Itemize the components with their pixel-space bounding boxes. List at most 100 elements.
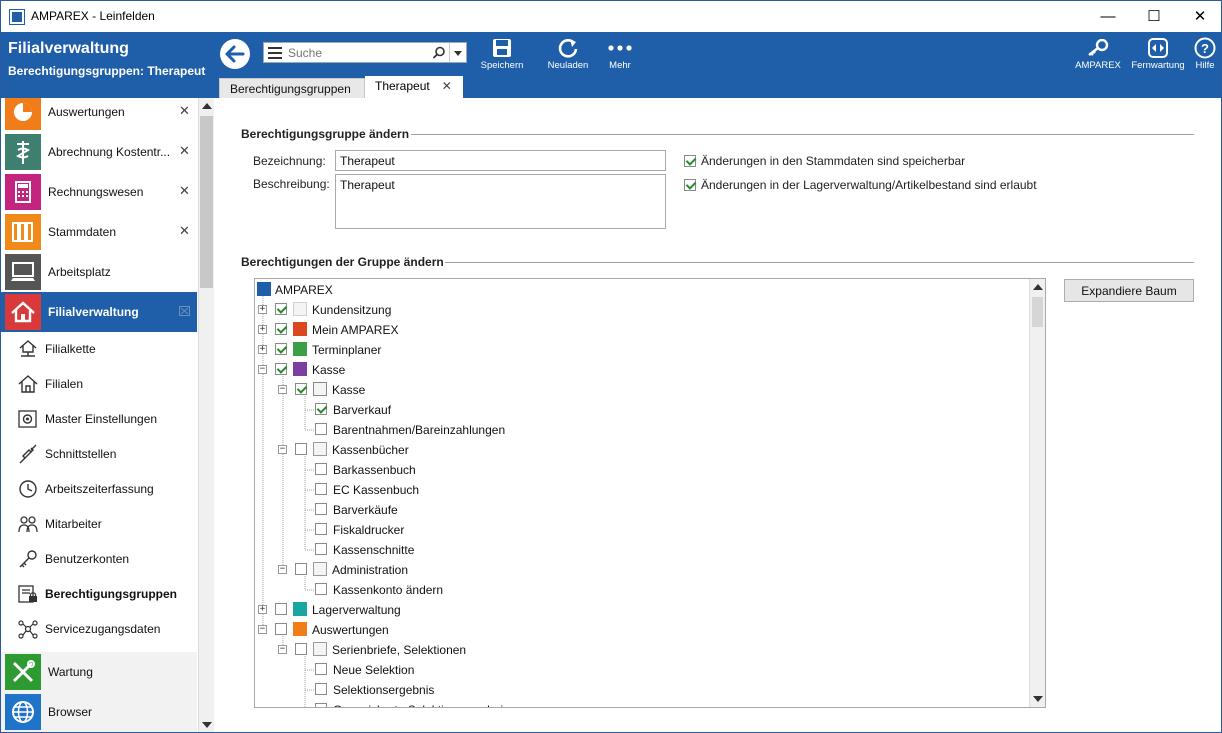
tree-node-checkbox[interactable] [315, 403, 327, 415]
sidebar-item-filialkette[interactable]: Filialkette [1, 331, 197, 366]
tree-node[interactable]: + Lagerverwaltung [255, 600, 1025, 620]
tree-node[interactable]: Kassenschnitte [255, 540, 1025, 560]
tree-node-checkbox[interactable] [315, 543, 327, 555]
module-arbeitsplatz[interactable]: Arbeitsplatz [1, 252, 197, 292]
tree-node[interactable]: Kassenkonto ändern [255, 580, 1025, 600]
expand-icon[interactable]: + [258, 345, 267, 354]
tree-node-checkbox[interactable] [315, 463, 327, 475]
tree-node-checkbox[interactable] [275, 343, 287, 355]
tree-node[interactable]: + Terminplaner [255, 340, 1025, 360]
tree-node[interactable]: AMPAREX [255, 280, 1025, 300]
permission-tree[interactable]: AMPAREX + Kundensitzung + Mein AMPAREX + Termi… [254, 278, 1046, 708]
tree-node[interactable]: + Mein AMPAREX [255, 320, 1025, 340]
module-abrechnung[interactable]: Abrechnung Kostentr... ✕ [1, 132, 197, 172]
stammdaten-checkbox[interactable] [684, 155, 696, 167]
tree-node-checkbox[interactable] [295, 383, 307, 395]
tree-node[interactable]: + Kundensitzung [255, 300, 1025, 320]
expand-tree-button[interactable]: Expandiere Baum [1064, 279, 1194, 302]
tree-node[interactable]: − Kasse [255, 380, 1025, 400]
search-icon[interactable] [432, 46, 446, 60]
amparex-login-button[interactable]: AMPAREX [1073, 36, 1123, 71]
tab-close-icon[interactable]: ✕ [442, 79, 452, 93]
back-button[interactable] [220, 39, 250, 69]
beschreibung-field[interactable]: Therapeut [335, 174, 666, 229]
scroll-down-icon[interactable] [1033, 696, 1043, 702]
tree-node-checkbox[interactable] [315, 503, 327, 515]
menu-icon[interactable] [268, 47, 282, 59]
tree-node-checkbox[interactable] [315, 523, 327, 535]
more-button[interactable]: Mehr [604, 36, 636, 71]
tree-node[interactable]: Barverkäufe [255, 500, 1025, 520]
lager-checkbox[interactable] [684, 179, 696, 191]
reload-button[interactable]: Neuladen [544, 36, 592, 71]
bezeichnung-field[interactable]: Therapeut [335, 150, 666, 171]
help-button[interactable]: ? Hilfe [1191, 36, 1219, 71]
tree-node-checkbox[interactable] [275, 603, 287, 615]
tree-node[interactable]: − Auswertungen [255, 620, 1025, 640]
collapse-icon[interactable]: − [278, 645, 287, 654]
scroll-down-icon[interactable] [202, 722, 212, 728]
tree-node-checkbox[interactable] [275, 303, 287, 315]
module-wartung[interactable]: Wartung [1, 652, 197, 692]
tree-node-checkbox[interactable] [315, 703, 327, 707]
scroll-thumb[interactable] [1032, 297, 1043, 327]
tree-scrollbar[interactable] [1029, 279, 1045, 707]
sidebar-scrollbar[interactable] [198, 98, 214, 732]
tab-berechtigungsgruppen[interactable]: Berechtigungsgruppen [219, 78, 365, 98]
tree-node-checkbox[interactable] [295, 643, 307, 655]
module-browser[interactable]: Browser [1, 692, 197, 732]
tree-node-checkbox[interactable] [295, 443, 307, 455]
minimize-button[interactable]: — [1085, 1, 1131, 32]
tree-node[interactable]: Barverkauf [255, 400, 1025, 420]
tree-node[interactable]: EC Kassenbuch [255, 480, 1025, 500]
tree-node-checkbox[interactable] [315, 683, 327, 695]
search-dropdown-icon[interactable] [449, 43, 466, 62]
module-auswertungen[interactable]: Auswertungen ✕ [1, 98, 197, 132]
tree-node-checkbox[interactable] [295, 563, 307, 575]
tree-node[interactable]: Fiskaldrucker [255, 520, 1025, 540]
collapse-icon[interactable]: − [278, 565, 287, 574]
tree-node[interactable]: Neue Selektion [255, 660, 1025, 680]
tree-node-checkbox[interactable] [275, 363, 287, 375]
search-box[interactable] [263, 42, 467, 63]
expand-icon[interactable]: + [258, 325, 267, 334]
tree-node-checkbox[interactable] [275, 323, 287, 335]
tree-node[interactable]: − Kasse [255, 360, 1025, 380]
collapse-icon[interactable]: − [258, 625, 267, 634]
tree-node-checkbox[interactable] [315, 423, 327, 435]
tree-node[interactable]: Selektionsergebnis [255, 680, 1025, 700]
collapse-icon[interactable]: − [278, 385, 287, 394]
sidebar-item-servicezugangsdaten[interactable]: Servicezugangsdaten [1, 611, 197, 646]
scroll-thumb[interactable] [200, 116, 213, 288]
sidebar-item-mitarbeiter[interactable]: Mitarbeiter [1, 506, 197, 541]
save-button[interactable]: Speichern [479, 36, 525, 71]
collapse-icon[interactable]: − [258, 365, 267, 374]
collapse-icon[interactable]: − [278, 445, 287, 454]
stammdaten-checkbox-row[interactable]: Änderungen in den Stammdaten sind speich… [684, 154, 965, 168]
tree-node[interactable]: Barentnahmen/Bareinzahlungen [255, 420, 1025, 440]
close-icon[interactable]: ✕ [179, 103, 190, 119]
tab-therapeut[interactable]: Therapeut ✕ [365, 76, 463, 98]
fernwartung-button[interactable]: Fernwartung [1130, 36, 1186, 71]
tree-node-checkbox[interactable] [315, 583, 327, 595]
close-icon[interactable]: ✕ [179, 183, 190, 199]
sidebar-item-berechtigungsgruppen[interactable]: Berechtigungsgruppen [1, 576, 197, 611]
tree-node[interactable]: − Kassenbücher [255, 440, 1025, 460]
scroll-up-icon[interactable] [202, 103, 212, 109]
close-icon[interactable]: ✕ [179, 223, 190, 239]
expand-icon[interactable]: + [258, 305, 267, 314]
module-stammdaten[interactable]: Stammdaten ✕ [1, 212, 197, 252]
close-icon[interactable]: ✕ [179, 143, 190, 159]
expand-icon[interactable]: + [258, 605, 267, 614]
sidebar-item-schnittstellen[interactable]: Schnittstellen [1, 436, 197, 471]
scroll-up-icon[interactable] [1033, 284, 1043, 290]
lager-checkbox-row[interactable]: Änderungen in der Lagerverwaltung/Artike… [684, 178, 1037, 192]
sidebar-item-filialen[interactable]: Filialen [1, 366, 197, 401]
tree-node[interactable]: − Serienbriefe, Selektionen [255, 640, 1025, 660]
collapse-icon[interactable] [179, 306, 190, 316]
module-filialverwaltung[interactable]: Filialverwaltung [1, 292, 197, 332]
module-rechnungswesen[interactable]: Rechnungswesen ✕ [1, 172, 197, 212]
tree-node-checkbox[interactable] [315, 483, 327, 495]
sidebar-item-arbeitszeiterfassung[interactable]: Arbeitszeiterfassung [1, 471, 197, 506]
tree-node[interactable]: Gespeicherte Selektionsergebnisse [255, 700, 1025, 707]
